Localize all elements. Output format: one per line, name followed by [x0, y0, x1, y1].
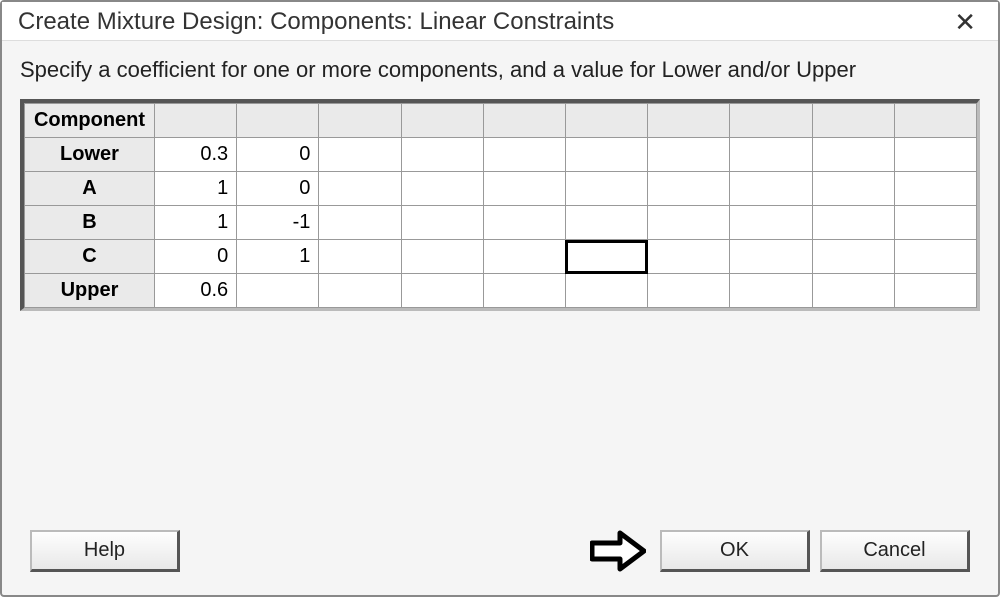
table-cell[interactable] — [894, 206, 976, 240]
table-cell[interactable] — [648, 138, 730, 172]
table-cell[interactable] — [730, 172, 812, 206]
table-cell[interactable] — [565, 172, 647, 206]
row-label: Upper — [25, 274, 155, 308]
arrow-annotation-icon — [590, 529, 646, 573]
table-cell[interactable] — [565, 138, 647, 172]
close-icon[interactable]: ✕ — [948, 9, 982, 35]
table-cell[interactable] — [401, 138, 483, 172]
table-cell[interactable] — [812, 138, 894, 172]
table-cell[interactable] — [894, 138, 976, 172]
table-cell[interactable] — [319, 172, 401, 206]
help-button[interactable]: Help — [30, 530, 180, 572]
help-button-label: Help — [84, 539, 125, 562]
table-cell[interactable]: 0 — [237, 172, 319, 206]
table-cell[interactable] — [648, 274, 730, 308]
table-cell[interactable]: 0 — [155, 240, 237, 274]
table-cell[interactable] — [483, 274, 565, 308]
table-header-row: Component — [25, 104, 977, 138]
table-row: A10 — [25, 172, 977, 206]
table-cell[interactable] — [319, 240, 401, 274]
instruction-text: Specify a coefficient for one or more co… — [20, 57, 980, 83]
table-cell[interactable] — [565, 274, 647, 308]
constraints-table[interactable]: Component Lower0.30A10B1-1C01Upper0.6 — [24, 103, 977, 308]
constraints-table-wrap: Component Lower0.30A10B1-1C01Upper0.6 — [20, 99, 980, 311]
table-cell[interactable] — [894, 172, 976, 206]
row-label: C — [25, 240, 155, 274]
table-cell[interactable] — [319, 206, 401, 240]
table-cell[interactable] — [812, 206, 894, 240]
table-cell[interactable] — [483, 240, 565, 274]
ok-button-label: OK — [720, 539, 749, 562]
table-row: Upper0.6 — [25, 274, 977, 308]
table-cell[interactable] — [730, 240, 812, 274]
column-header-blank — [894, 104, 976, 138]
table-cell[interactable] — [894, 240, 976, 274]
table-row: B1-1 — [25, 206, 977, 240]
table-cell[interactable] — [319, 274, 401, 308]
row-label: Lower — [25, 138, 155, 172]
column-header-component: Component — [25, 104, 155, 138]
table-cell[interactable] — [812, 172, 894, 206]
table-cell[interactable]: 1 — [155, 206, 237, 240]
table-cell[interactable] — [648, 240, 730, 274]
column-header-blank — [155, 104, 237, 138]
table-cell[interactable] — [894, 274, 976, 308]
table-cell[interactable] — [401, 240, 483, 274]
table-cell[interactable] — [483, 172, 565, 206]
table-cell[interactable]: -1 — [237, 206, 319, 240]
column-header-blank — [319, 104, 401, 138]
table-cell[interactable]: 0.6 — [155, 274, 237, 308]
table-cell[interactable]: 0 — [237, 138, 319, 172]
cancel-button[interactable]: Cancel — [820, 530, 970, 572]
column-header-blank — [648, 104, 730, 138]
table-cell[interactable] — [730, 206, 812, 240]
column-header-blank — [237, 104, 319, 138]
row-label: A — [25, 172, 155, 206]
table-cell[interactable] — [319, 138, 401, 172]
column-header-blank — [401, 104, 483, 138]
table-cell[interactable] — [730, 274, 812, 308]
titlebar: Create Mixture Design: Components: Linea… — [2, 2, 998, 41]
table-cell[interactable] — [648, 172, 730, 206]
table-row: C01 — [25, 240, 977, 274]
cancel-button-label: Cancel — [863, 539, 925, 562]
column-header-blank — [730, 104, 812, 138]
table-cell[interactable] — [483, 138, 565, 172]
table-cell[interactable]: 1 — [155, 172, 237, 206]
table-cell[interactable] — [483, 206, 565, 240]
ok-button[interactable]: OK — [660, 530, 810, 572]
table-cell[interactable]: 1 — [237, 240, 319, 274]
dialog-content: Specify a coefficient for one or more co… — [2, 41, 998, 509]
table-cell[interactable]: 0.3 — [155, 138, 237, 172]
table-row: Lower0.30 — [25, 138, 977, 172]
table-cell[interactable] — [812, 274, 894, 308]
column-header-blank — [483, 104, 565, 138]
row-label: B — [25, 206, 155, 240]
table-cell[interactable] — [401, 172, 483, 206]
table-cell[interactable] — [565, 240, 647, 274]
dialog-title: Create Mixture Design: Components: Linea… — [18, 8, 614, 36]
table-cell[interactable] — [812, 240, 894, 274]
column-header-blank — [565, 104, 647, 138]
table-cell[interactable] — [237, 274, 319, 308]
table-cell[interactable] — [401, 206, 483, 240]
table-cell[interactable] — [401, 274, 483, 308]
column-header-blank — [812, 104, 894, 138]
dialog-window: Create Mixture Design: Components: Linea… — [0, 0, 1000, 597]
table-cell[interactable] — [648, 206, 730, 240]
button-row: Help OK Cancel — [2, 509, 998, 595]
table-cell[interactable] — [565, 206, 647, 240]
table-cell[interactable] — [730, 138, 812, 172]
